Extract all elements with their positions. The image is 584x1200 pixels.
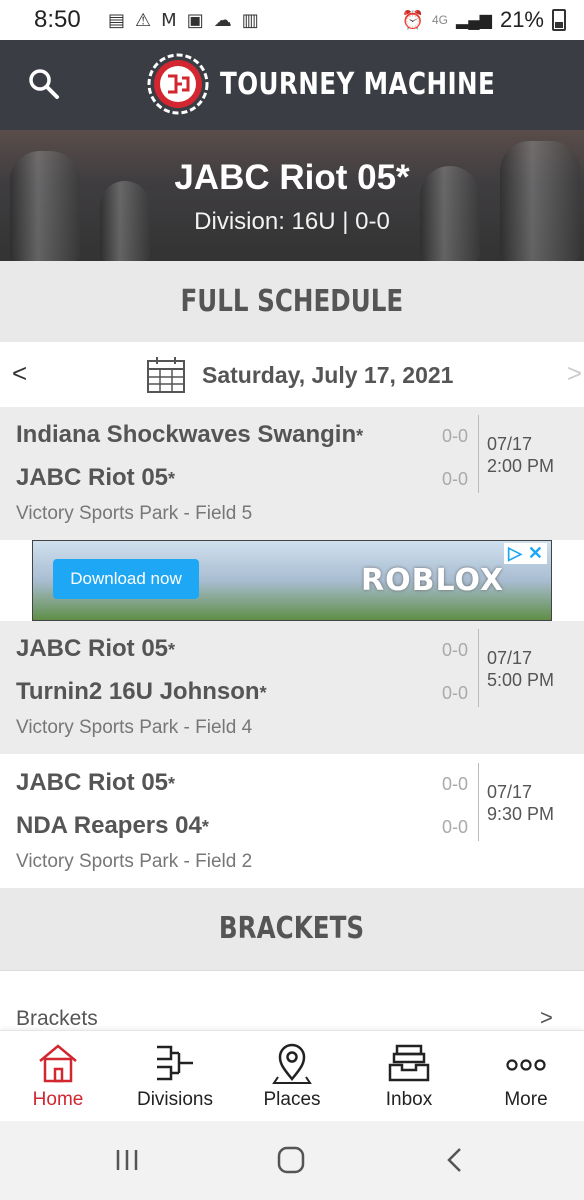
system-nav-bar	[0, 1121, 584, 1200]
tab-home-label: Home	[32, 1089, 84, 1110]
app-header: TOURNEY MACHINE	[0, 40, 584, 130]
team-division: Division: 16U | 0-0	[194, 208, 390, 235]
game-team-1: Indiana Shockwaves Swangin*	[16, 421, 364, 448]
status-time: 8:50	[34, 6, 81, 33]
tab-more-label: More	[504, 1089, 548, 1110]
close-icon[interactable]: ✕	[528, 543, 543, 564]
tab-places-label: Places	[263, 1089, 321, 1110]
schedule-heading-text: FULL SCHEDULE	[180, 284, 404, 319]
chevron-right-icon: >	[540, 1005, 553, 1030]
tab-home[interactable]: Home	[0, 1031, 116, 1122]
back-icon[interactable]	[440, 1145, 470, 1175]
team-hero: JABC Riot 05* Division: 16U | 0-0	[0, 130, 584, 261]
game-location: Victory Sports Park - Field 4	[16, 717, 253, 738]
tourney-machine-logo-icon	[147, 53, 209, 115]
recent-apps-icon[interactable]	[112, 1145, 142, 1175]
app-brand: TOURNEY MACHINE	[146, 52, 556, 116]
divider	[478, 415, 479, 493]
image-icon: ▣	[186, 9, 204, 31]
status-bar: 8:50 ▤ ⚠ M ▣ ☁ ▥ ⏰ 4G ▂▄▆ 21%	[0, 0, 584, 40]
brackets-list-item[interactable]: Brackets >	[0, 970, 584, 1030]
brackets-heading: BRACKETS	[0, 888, 584, 970]
gmail-icon: M	[161, 9, 177, 31]
date-selector: < Saturday, July 17, 2021 >	[0, 342, 584, 407]
ad-banner[interactable]: Download now ROBLOX ▷ ✕	[32, 540, 552, 621]
brackets-item-label: Brackets	[16, 1007, 98, 1030]
game-team-2: JABC Riot 05*	[16, 464, 176, 491]
more-icon	[506, 1059, 546, 1071]
stats-icon: ▥	[241, 9, 259, 31]
schedule-heading: FULL SCHEDULE	[0, 261, 584, 342]
tab-divisions[interactable]: Divisions	[117, 1031, 233, 1122]
tab-inbox[interactable]: Inbox	[351, 1031, 467, 1122]
bracket-icon	[157, 1045, 193, 1081]
system-icons: ⏰ 4G ▂▄▆ 21%	[402, 7, 566, 33]
warning-icon: ⚠	[135, 9, 152, 31]
game-row[interactable]: Indiana Shockwaves Swangin* 0-0 JABC Rio…	[0, 407, 584, 540]
next-day-button[interactable]: >	[567, 358, 582, 389]
game-score-2: 0-0	[442, 817, 469, 837]
notification-app-icon: ▤	[108, 9, 126, 31]
game-score-1: 0-0	[442, 640, 469, 660]
bottom-tab-bar: Home Divisions Places Inbox More	[0, 1030, 584, 1121]
home-nav-icon[interactable]	[276, 1145, 306, 1175]
game-team-2: Turnin2 16U Johnson*	[16, 678, 267, 705]
tab-inbox-label: Inbox	[385, 1089, 433, 1110]
game-datetime: 07/17 2:00 PM	[487, 434, 555, 476]
game-location: Victory Sports Park - Field 5	[16, 503, 253, 524]
schedule-date[interactable]: Saturday, July 17, 2021	[202, 362, 453, 389]
home-icon	[39, 1044, 77, 1083]
search-icon	[29, 69, 59, 99]
game-row[interactable]: JABC Riot 05* 0-0 Turnin2 16U Johnson* 0…	[0, 621, 584, 754]
team-name: JABC Riot 05*	[174, 158, 410, 197]
game-team-1: JABC Riot 05*	[16, 769, 176, 796]
inbox-icon	[388, 1044, 430, 1082]
calendar-icon[interactable]	[146, 356, 186, 394]
tab-more[interactable]: More	[468, 1031, 584, 1122]
previous-day-button[interactable]: <	[12, 358, 27, 389]
notification-icons: ▤ ⚠ M ▣ ☁ ▥	[108, 10, 259, 31]
game-score-2: 0-0	[442, 683, 469, 703]
signal-icon: ▂▄▆	[456, 12, 492, 29]
map-pin-icon	[272, 1043, 312, 1084]
game-team-1: JABC Riot 05*	[16, 635, 176, 662]
game-score-1: 0-0	[442, 774, 469, 794]
app-title: TOURNEY MACHINE	[220, 66, 496, 102]
tab-divisions-label: Divisions	[136, 1089, 214, 1110]
game-team-2: NDA Reapers 04*	[16, 812, 209, 839]
network-label: 4G	[431, 13, 448, 27]
ad-choices-icon[interactable]: ▷	[508, 543, 522, 564]
divider	[478, 763, 479, 841]
ad-download-button[interactable]: Download now	[53, 559, 199, 599]
ad-controls: ▷ ✕	[504, 543, 547, 564]
game-row[interactable]: JABC Riot 05* 0-0 NDA Reapers 04* 0-0 Vi…	[0, 755, 584, 888]
game-location: Victory Sports Park - Field 2	[16, 851, 253, 872]
search-button[interactable]	[26, 66, 66, 106]
tab-places[interactable]: Places	[234, 1031, 350, 1122]
brackets-heading-text: BRACKETS	[219, 911, 365, 946]
battery-icon	[552, 9, 566, 31]
ad-brand: ROBLOX	[361, 563, 505, 598]
game-datetime: 07/17 9:30 PM	[487, 782, 555, 824]
game-score-2: 0-0	[442, 469, 469, 489]
game-datetime: 07/17 5:00 PM	[487, 648, 555, 690]
divider	[478, 629, 479, 707]
game-score-1: 0-0	[442, 426, 469, 446]
cloud-icon: ☁	[213, 9, 232, 31]
battery-percent: 21%	[499, 7, 544, 32]
alarm-icon: ⏰	[401, 9, 424, 30]
